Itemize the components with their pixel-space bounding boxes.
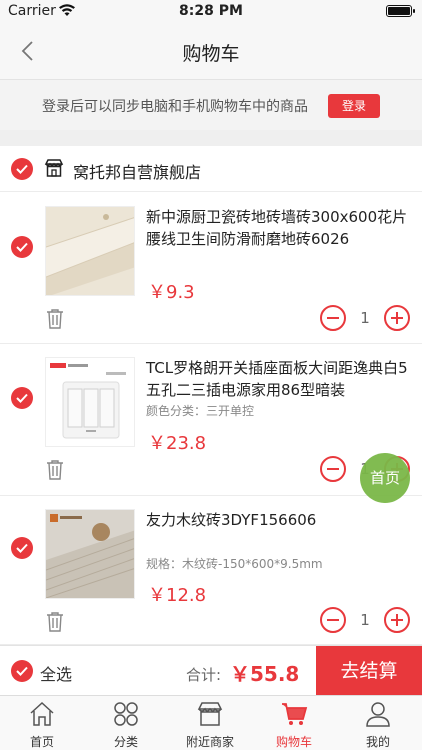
checkout-button[interactable]: 去结算 (316, 646, 422, 696)
tab-label: 我的 (365, 735, 390, 749)
shop-checkbox[interactable] (11, 158, 33, 180)
item-title[interactable]: TCL罗格朗开关插座面板大间距逸典白5五孔二三插电源家用86型暗装 (146, 357, 414, 401)
tab-label: 分类 (113, 735, 138, 749)
login-button[interactable]: 登录 (328, 94, 380, 118)
trash-icon[interactable] (45, 459, 65, 485)
tab-nearby-merchants[interactable]: 附近商家 (168, 696, 252, 750)
decrease-quantity-button[interactable] (320, 607, 346, 633)
item-checkbox[interactable] (11, 236, 33, 258)
cart-item: TCL罗格朗开关插座面板大间距逸典白5五孔二三插电源家用86型暗装 颜色分类：三… (0, 345, 422, 496)
item-quantity: 1 (360, 309, 370, 327)
item-checkbox[interactable] (11, 387, 33, 409)
decrease-quantity-button[interactable] (320, 305, 346, 331)
total-price: ￥55.8 (230, 662, 300, 686)
battery-icon (386, 5, 415, 17)
store-icon (44, 158, 64, 182)
product-image[interactable] (45, 206, 135, 296)
tab-home[interactable]: 首页 (0, 696, 84, 750)
item-price: ￥9.3 (148, 282, 195, 303)
item-price: ￥23.8 (148, 433, 207, 454)
tab-label: 购物车 (275, 735, 312, 749)
shop-header: 窝托邦自营旗舰店 (0, 146, 422, 192)
login-prompt-bar: 登录后可以同步电脑和手机购物车中的商品 登录 (0, 80, 422, 130)
total-label: 合计: (186, 666, 222, 684)
item-price: ￥12.8 (148, 585, 207, 606)
shop-name[interactable]: 窝托邦自营旗舰店 (73, 159, 201, 183)
floating-home-button[interactable]: 首页 (360, 453, 410, 503)
select-all-label[interactable]: 全选 (40, 661, 72, 685)
section-divider (0, 130, 422, 146)
product-image[interactable] (45, 509, 135, 599)
tab-label: 附近商家 (185, 735, 234, 749)
user-icon (364, 700, 392, 728)
clock: 8:28 PM (179, 3, 243, 19)
navigation-bar: 购物车 (0, 22, 422, 80)
home-icon (28, 700, 56, 728)
item-title[interactable]: 新中源厨卫瓷砖地砖墙砖300x600花片腰线卫生间防滑耐磨地砖6026 (146, 206, 414, 250)
increase-quantity-button[interactable] (384, 607, 410, 633)
checkout-bar: 全选 合计: ￥55.8 去结算 (0, 645, 422, 696)
cart-item: 友力木纹砖3DYF156606 规格：木纹砖-150*600*9.5mm ￥12… (0, 497, 422, 645)
page-title: 购物车 (182, 43, 240, 65)
category-icon (112, 700, 140, 728)
select-all-checkbox[interactable] (11, 660, 33, 682)
decrease-quantity-button[interactable] (320, 456, 346, 482)
item-spec: 颜色分类：三开单控 (146, 404, 255, 418)
cart-item: 新中源厨卫瓷砖地砖墙砖300x600花片腰线卫生间防滑耐磨地砖6026 ￥9.3… (0, 192, 422, 344)
status-bar: Carrier 8:28 PM (0, 0, 422, 22)
trash-icon[interactable] (45, 611, 65, 637)
tab-category[interactable]: 分类 (84, 696, 168, 750)
cart-icon (280, 700, 308, 728)
tab-cart[interactable]: 购物车 (252, 696, 336, 750)
tab-label: 首页 (29, 735, 54, 749)
store-icon (196, 700, 224, 728)
tab-profile[interactable]: 我的 (336, 696, 420, 750)
item-quantity: 1 (360, 611, 370, 629)
item-title[interactable]: 友力木纹砖3DYF156606 (146, 509, 414, 531)
product-image[interactable] (45, 357, 135, 447)
increase-quantity-button[interactable] (384, 305, 410, 331)
trash-icon[interactable] (45, 308, 65, 334)
login-prompt-text: 登录后可以同步电脑和手机购物车中的商品 (42, 99, 308, 115)
item-checkbox[interactable] (11, 537, 33, 559)
item-spec: 规格：木纹砖-150*600*9.5mm (146, 557, 323, 571)
tab-bar: 首页 分类 附近商家 购物车 我的 (0, 695, 422, 750)
